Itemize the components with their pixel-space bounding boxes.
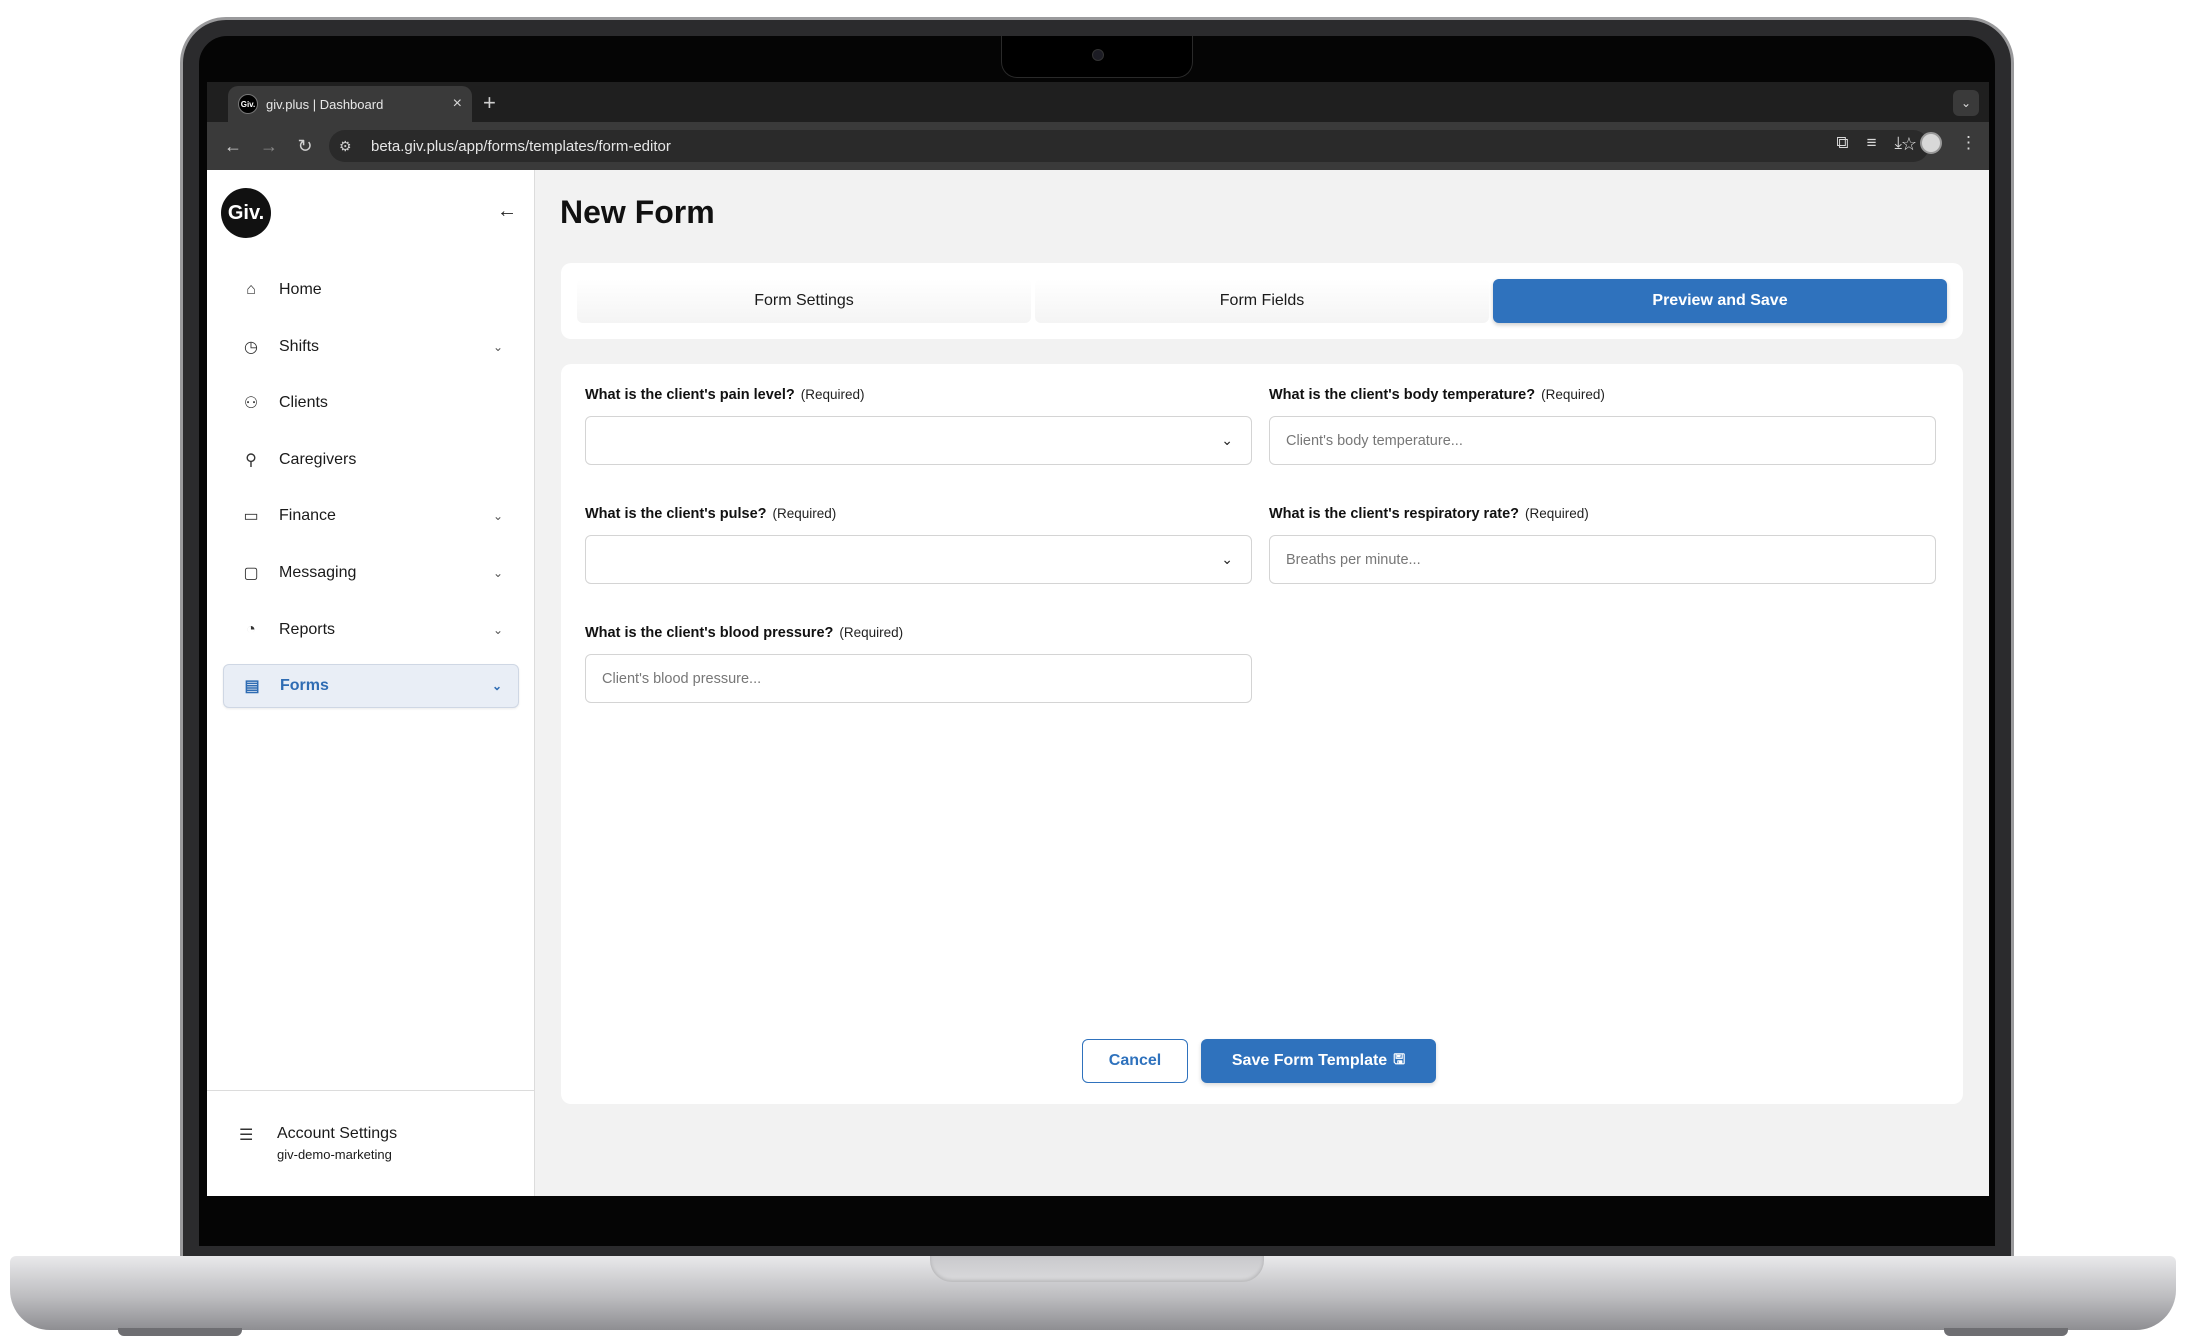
laptop-opening-groove: [930, 1256, 1264, 1282]
required-tag: (Required): [1525, 506, 1589, 521]
sidebar-item-label: Home: [279, 281, 322, 298]
field-label: What is the client's blood pressure?: [585, 625, 834, 641]
sidebar-item-messaging[interactable]: ▢ Messaging ⌄: [223, 551, 519, 595]
sidebar-item-finance[interactable]: ▭ Finance ⌄: [223, 494, 519, 538]
new-tab-icon[interactable]: +: [483, 90, 496, 116]
chevron-down-icon: ⌄: [491, 679, 502, 694]
browser-tab-bar: Giv. giv.plus | Dashboard × + ⌄: [207, 82, 1989, 122]
required-tag: (Required): [772, 506, 837, 521]
field-label: What is the client's respiratory rate?: [1269, 506, 1520, 522]
chat-icon: ▢: [243, 564, 259, 582]
sidebar-item-home[interactable]: ⌂ Home: [223, 268, 519, 312]
browser-tab[interactable]: Giv. giv.plus | Dashboard ×: [228, 86, 472, 122]
sidebar-item-label: Reports: [279, 620, 336, 638]
field-label: What is the client's body temperature?: [1269, 387, 1536, 403]
chevron-down-icon: ⌄: [492, 565, 503, 580]
sidebar-item-label: Shifts: [279, 337, 320, 355]
chevron-down-icon: ⌄: [1221, 551, 1233, 567]
sidebar-item-label: Caregivers: [279, 450, 357, 468]
favicon-icon: Giv.: [238, 94, 258, 114]
field-label: What is the client's pulse?: [585, 506, 767, 522]
step-form-settings[interactable]: Form Settings: [577, 279, 1031, 323]
laptop-foot-left: [118, 1328, 242, 1336]
blood-pressure-input[interactable]: Client's blood pressure...: [585, 654, 1252, 703]
giv-logo[interactable]: Giv.: [221, 188, 271, 238]
save-form-template-button[interactable]: Save Form Template 🖫: [1201, 1039, 1436, 1083]
field-blood-pressure: What is the client's blood pressure? (Req…: [585, 624, 1252, 703]
sidebar-item-reports[interactable]: ◔ Reports ⌄: [223, 608, 519, 652]
field-label: What is the client's pain level?: [585, 387, 795, 403]
sidebar-item-caregivers[interactable]: ⚲ Caregivers: [223, 438, 519, 482]
save-button-label: Save Form Template: [1231, 1052, 1388, 1069]
field-pulse: What is the client's pulse? (Required) ⌄: [585, 505, 1252, 584]
screen: Giv. giv.plus | Dashboard × + ⌄ ← → ↻ ⚙ …: [207, 82, 1989, 1196]
organization-name: giv-demo-marketing: [277, 1147, 392, 1162]
card-icon: ▭: [243, 508, 259, 526]
address-bar[interactable]: ⚙ beta.giv.plus/app/forms/templates/form…: [329, 130, 1929, 162]
tab-search-chevron-icon[interactable]: ⌄: [1953, 90, 1979, 116]
sidebar: Giv. ← ⌂ Home ◷ Shifts ⌄ ⚇ Clients ⚲ Car…: [207, 170, 535, 1196]
url-text: beta.giv.plus/app/forms/templates/form-e…: [371, 137, 671, 155]
required-tag: (Required): [1541, 387, 1605, 402]
main-content: New Form Form Settings Form Fields Previ…: [536, 170, 1989, 1196]
close-icon[interactable]: ×: [453, 95, 462, 113]
cancel-button[interactable]: Cancel: [1082, 1039, 1188, 1083]
forward-icon[interactable]: →: [251, 136, 287, 157]
users-icon: ⚇: [243, 395, 259, 413]
pain-level-select[interactable]: ⌄: [585, 416, 1252, 465]
sidebar-item-shifts[interactable]: ◷ Shifts ⌄: [223, 325, 519, 369]
stopwatch-icon: ◷: [244, 338, 258, 356]
toolbar-actions: ⧉ ≡ ⤓ ⋮: [1836, 132, 1977, 154]
pulse-select[interactable]: ⌄: [585, 535, 1252, 584]
sidebar-item-label: Forms: [280, 677, 329, 695]
form-stepper: Form Settings Form Fields Preview and Sa…: [561, 263, 1963, 339]
site-settings-icon[interactable]: ⚙: [339, 138, 361, 155]
step-preview-and-save[interactable]: Preview and Save: [1493, 279, 1947, 323]
sidebar-nav: ⌂ Home ◷ Shifts ⌄ ⚇ Clients ⚲ Caregivers…: [223, 268, 519, 721]
sidebar-item-clients[interactable]: ⚇ Clients: [223, 381, 519, 425]
sidebar-item-forms[interactable]: ▤ Forms ⌄: [223, 664, 519, 709]
page-title: New Form: [560, 194, 715, 230]
chevron-down-icon: ⌄: [492, 509, 503, 524]
user-icon: ⚲: [245, 451, 257, 469]
respiratory-rate-input[interactable]: Breaths per minute...: [1269, 535, 1936, 584]
field-body-temperature: What is the client's body temperature? (R…: [1269, 386, 1936, 465]
sidebar-item-label: Messaging: [279, 563, 357, 581]
reload-icon[interactable]: ↻: [287, 136, 323, 157]
pie-chart-icon: ◔: [246, 620, 256, 638]
chevron-down-icon: ⌄: [492, 622, 503, 637]
field-pain-level: What is the client's pain level? (Require…: [585, 386, 1252, 465]
field-respiratory-rate: What is the client's respiratory rate? (R…: [1269, 505, 1936, 584]
back-icon[interactable]: ←: [215, 136, 251, 157]
account-settings-label: Account Settings: [277, 1125, 398, 1142]
chevron-down-icon: ⌄: [1221, 432, 1233, 448]
sliders-icon: ☰: [239, 1127, 254, 1144]
body-temperature-input[interactable]: Client's body temperature...: [1269, 416, 1936, 465]
camera-icon: [1092, 49, 1104, 61]
collapse-sidebar-icon[interactable]: ←: [497, 200, 517, 223]
media-icon[interactable]: ≡: [1867, 133, 1877, 153]
required-tag: (Required): [800, 387, 865, 402]
extensions-icon[interactable]: ⧉: [1836, 133, 1848, 153]
required-tag: (Required): [839, 625, 904, 640]
step-form-fields[interactable]: Form Fields: [1035, 279, 1489, 323]
profile-avatar-icon[interactable]: [1920, 132, 1942, 154]
download-icon[interactable]: ⤓: [1894, 133, 1902, 153]
browser-toolbar: ← → ↻ ⚙ beta.giv.plus/app/forms/template…: [207, 122, 1989, 170]
save-disk-icon: 🖫: [1393, 1051, 1406, 1067]
home-icon: ⌂: [246, 281, 256, 298]
tab-title: giv.plus | Dashboard: [266, 96, 384, 112]
document-icon: ▤: [244, 678, 260, 696]
sidebar-item-label: Finance: [279, 507, 336, 525]
menu-kebab-icon[interactable]: ⋮: [1960, 133, 1977, 153]
account-settings[interactable]: ☰ Account Settings giv-demo-marketing: [207, 1090, 535, 1196]
chevron-down-icon: ⌄: [492, 339, 503, 354]
laptop-foot-right: [1944, 1328, 2068, 1336]
form-preview-card: What is the client's pain level? (Require…: [561, 364, 1963, 1104]
sidebar-item-label: Clients: [279, 394, 328, 412]
